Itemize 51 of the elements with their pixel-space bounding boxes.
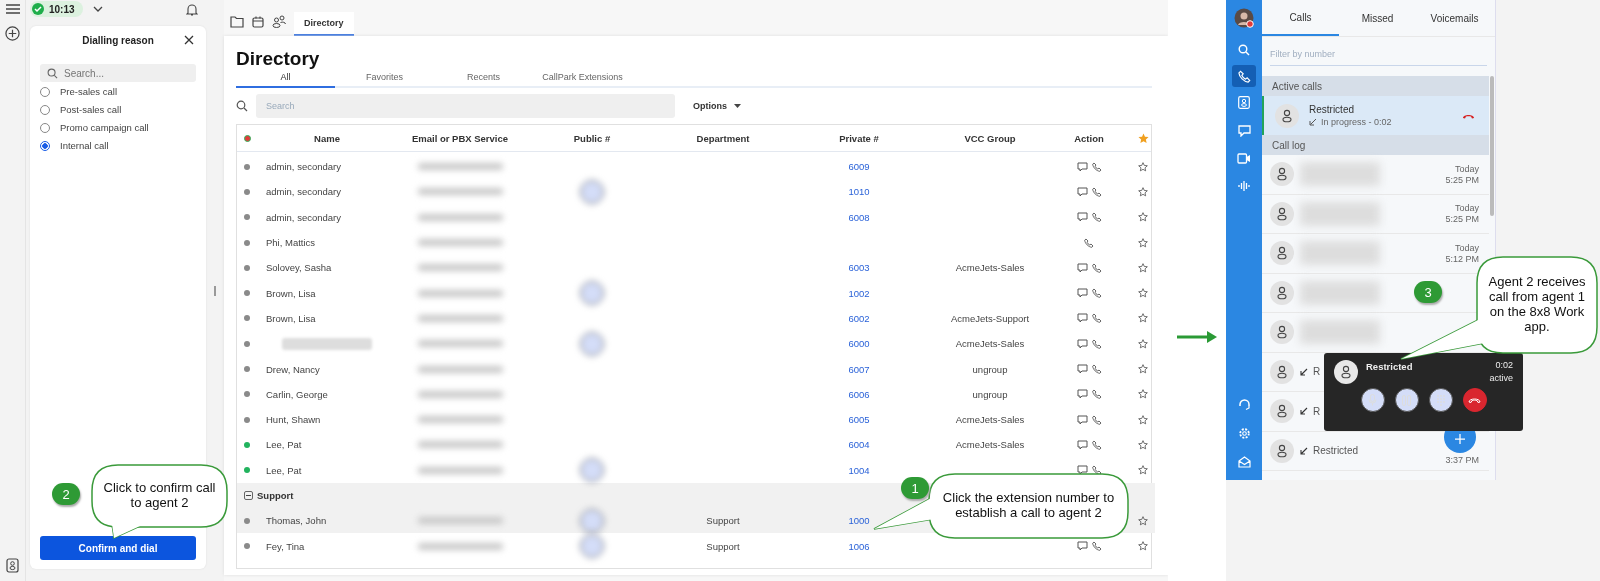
- column-header: VCC Group: [963, 132, 1017, 144]
- table-cell: ungroup: [972, 363, 1008, 375]
- table-cell-text: admin, secondary: [265, 211, 342, 223]
- call-time: 5:25 PM: [1445, 214, 1479, 225]
- table-cell: Support: [706, 540, 740, 552]
- table-cell-text: admin, secondary: [265, 161, 342, 173]
- column-header: Public #: [572, 132, 612, 144]
- table-cell-text: Thomas, John: [265, 515, 328, 527]
- table-cell-text: Solovey, Sasha: [265, 262, 333, 274]
- caller-name: Restricted: [1309, 104, 1355, 115]
- table-cell: AcmeJets-Sales: [955, 262, 1025, 274]
- table-cell-text: Carlin, George: [265, 388, 329, 400]
- call-day: Today: [1454, 163, 1479, 174]
- column-header: Department: [695, 132, 751, 144]
- table-cell-text: Hunt, Shawn: [265, 414, 322, 426]
- table-cell: Support: [706, 515, 740, 527]
- table-cell-text: Phi, Mattics: [265, 237, 317, 249]
- column-header: Name: [313, 132, 341, 144]
- table-cell: ungroup: [972, 388, 1008, 400]
- table-cell: AcmeJets-Sales: [955, 414, 1025, 426]
- caller-name: Restricted: [1366, 361, 1413, 372]
- table-cell: AcmeJets-Sales: [955, 338, 1025, 350]
- table-cell-text: Brown, Lisa: [265, 312, 317, 324]
- call-status: In progress - 0:02: [1321, 117, 1392, 127]
- caller-name: R: [1313, 366, 1321, 378]
- section-header: Active calls: [1262, 76, 1489, 96]
- table-cell-text: Lee, Pat: [265, 464, 303, 476]
- column-header: Action: [1073, 132, 1105, 144]
- caller-name: Restricted: [1313, 445, 1358, 457]
- call-time: 5:12 PM: [1445, 253, 1479, 264]
- panel-title: Dialling reason: [82, 34, 154, 46]
- callout-tooltip: Click to confirm call to agent 2: [90, 463, 229, 540]
- table-cell-text: Fey, Tina: [265, 540, 306, 552]
- table-cell-text: Lee, Pat: [265, 439, 303, 451]
- column-header: Email or PBX Service: [410, 132, 510, 144]
- group-name: Support: [257, 490, 294, 501]
- call-duration: 0:02: [1495, 360, 1513, 370]
- table-cell: AcmeJets-Support: [950, 312, 1030, 324]
- table-cell-text: admin, secondary: [265, 186, 342, 198]
- caller-name: R: [1313, 405, 1321, 417]
- table-cell-text: Brown, Lisa: [265, 287, 317, 299]
- call-time: 3:37 PM: [1445, 454, 1479, 465]
- call-state: active: [1489, 373, 1513, 383]
- page-title: Directory: [236, 48, 321, 71]
- table-cell: AcmeJets-Sales: [955, 439, 1025, 451]
- call-day: Today: [1454, 242, 1479, 253]
- call-time: 5:25 PM: [1445, 174, 1479, 185]
- column-header: Private #: [838, 132, 880, 144]
- table-cell-text: Drew, Nancy: [265, 363, 321, 375]
- section-header: Call log: [1262, 135, 1489, 155]
- call-day: Today: [1454, 203, 1479, 214]
